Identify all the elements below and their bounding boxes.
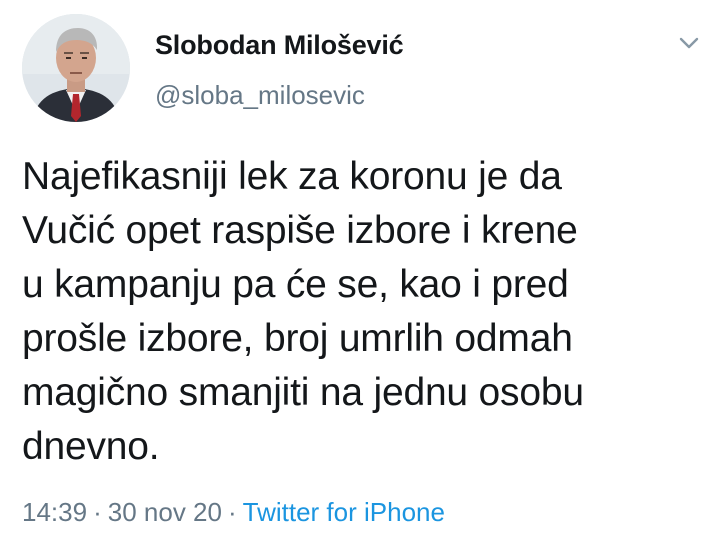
meta-separator: · (227, 497, 237, 527)
tweet-text: Najefikasniji lek za koronu je da Vučić … (22, 155, 584, 468)
meta-separator: · (93, 497, 102, 527)
display-name[interactable]: Slobodan Milošević (155, 30, 404, 61)
chevron-down-icon[interactable] (676, 30, 702, 56)
tweet-card: Slobodan Milošević @sloba_milosevic Naje… (0, 0, 720, 552)
tweet-source-link[interactable]: Twitter for iPhone (243, 497, 445, 527)
tweet-meta: 14:39 · 30 nov 20 · Twitter for iPhone (22, 497, 445, 528)
user-handle[interactable]: @sloba_milosevic (155, 80, 365, 111)
profile-photo-icon (22, 14, 130, 122)
tweet-time[interactable]: 14:39 (22, 497, 87, 527)
tweet-date[interactable]: 30 nov 20 (108, 497, 222, 527)
avatar[interactable] (22, 14, 130, 122)
